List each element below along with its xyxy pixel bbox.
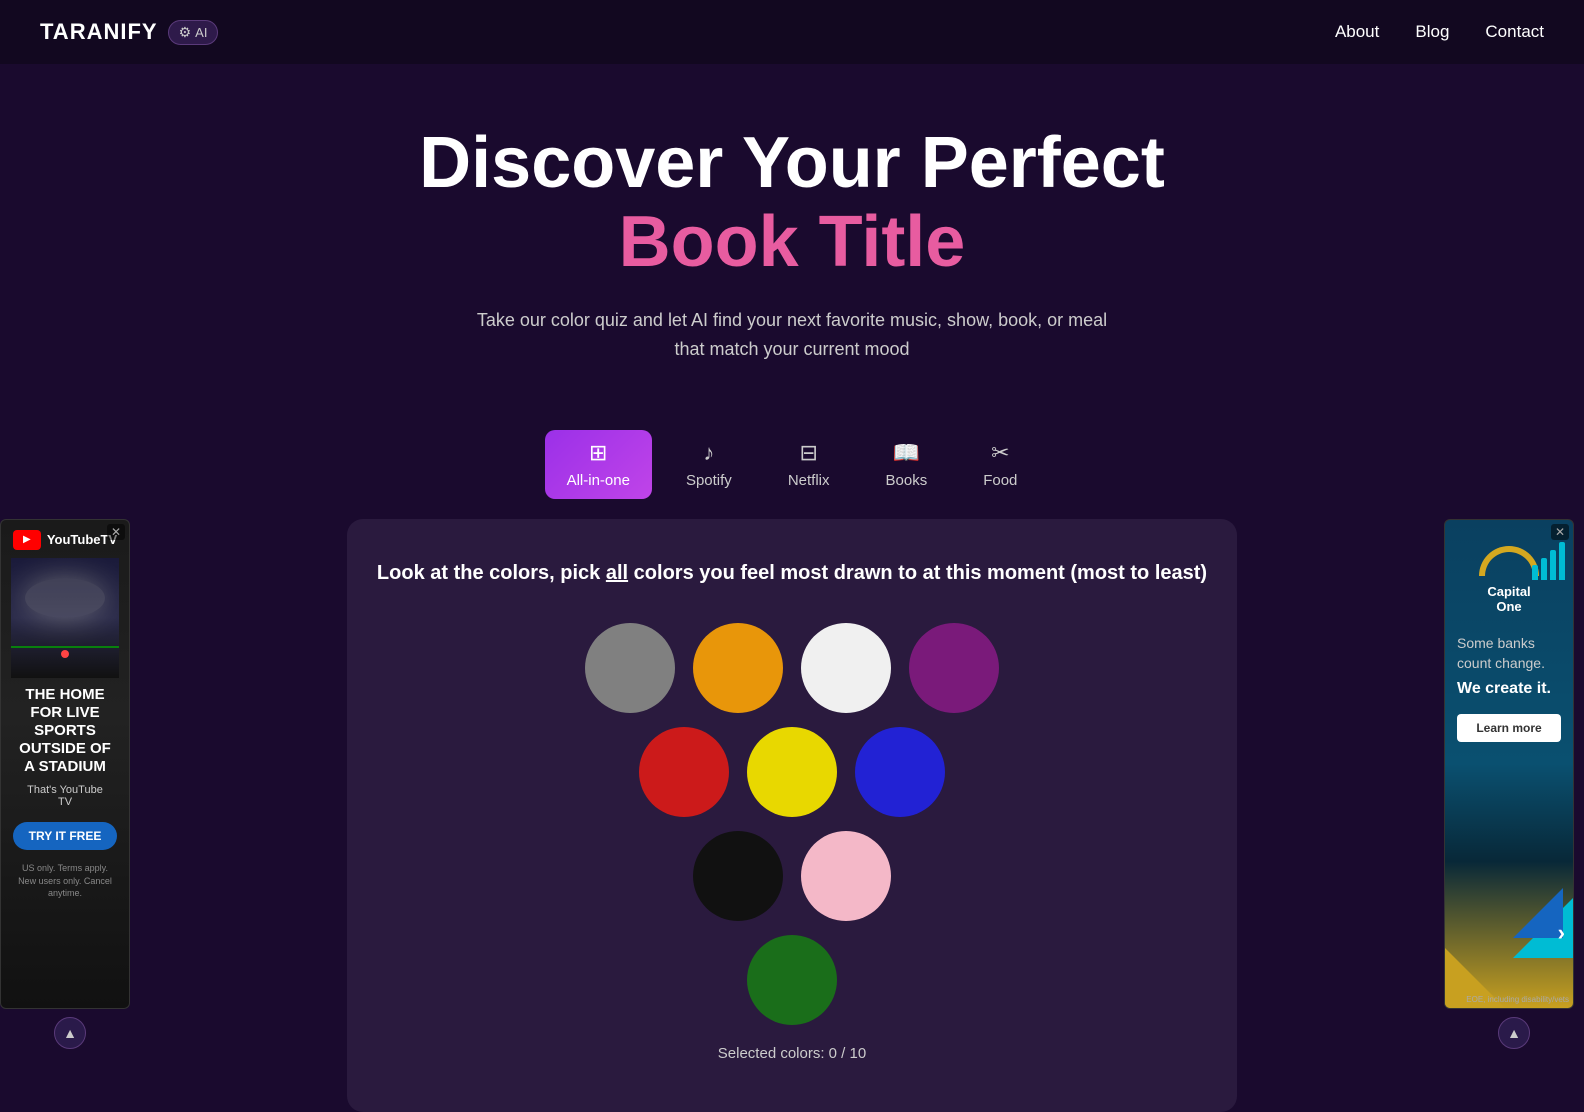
capital-one-learn-button[interactable]: Learn more [1457, 714, 1561, 742]
all-in-one-icon: ⊞ [589, 440, 607, 466]
ad-sub-tagline: That's YouTube TV [11, 784, 119, 816]
tab-food-label: Food [983, 472, 1017, 489]
green-line [11, 646, 119, 648]
cap-bar-4 [1559, 542, 1565, 580]
stadium-lights [25, 578, 105, 618]
cap-bar-2 [1541, 558, 1547, 580]
tabs-container: ⊞ All-in-one ♪ Spotify ⊟ Netflix 📖 Books… [0, 430, 1584, 499]
brand: TARANIFY ⚙ AI [40, 19, 218, 45]
scroll-up-button-right[interactable]: ▲ [1498, 1017, 1530, 1049]
food-icon: ✂ [991, 440, 1009, 466]
tab-all-in-one-label: All-in-one [567, 472, 630, 489]
instruction-underline: all [606, 562, 628, 584]
tab-netflix[interactable]: ⊟ Netflix [766, 430, 852, 499]
nav-links: About Blog Contact [1335, 22, 1544, 42]
ad-close-right[interactable]: ✕ [1551, 524, 1569, 540]
ad-tagline: THE HOME FOR LIVE SPORTS OUTSIDE OF A ST… [11, 678, 119, 784]
ad-disclaimer: US only. Terms apply. New users only. Ca… [11, 856, 119, 906]
instruction-after: colors you feel most drawn to at this mo… [628, 562, 1207, 584]
tab-netflix-label: Netflix [788, 472, 830, 489]
hero-subtitle: Take our color quiz and let AI find your… [20, 306, 1564, 364]
cap-bar-chart [1532, 540, 1565, 580]
color-pink[interactable] [801, 831, 891, 921]
capital-one-logo-text: CapitalOne [1457, 584, 1561, 614]
ad-scroll-right: ▲ [1444, 1017, 1584, 1049]
ai-label: AI [195, 25, 207, 40]
ad-yt-content: ▶ YouTubeTV THE HOME FOR LIVE SPORTS OUT… [1, 520, 129, 916]
capital-one-tagline-bold: We create it. [1457, 679, 1561, 700]
red-dot [61, 650, 69, 658]
quiz-instruction: Look at the colors, pick all colors you … [377, 559, 1207, 587]
page-layout: ✕ ▶ YouTubeTV THE HOME FOR LIVE SPORTS O… [0, 519, 1584, 1112]
color-grid [377, 623, 1207, 1025]
color-blue[interactable] [855, 727, 945, 817]
cap-arrow-icon: › [1558, 920, 1565, 946]
capital-one-arc [1479, 546, 1539, 576]
ad-scroll-left: ▲ [0, 1017, 140, 1049]
hero-title-pink: Book Title [20, 203, 1564, 282]
hero-subtitle-line2: that match your current mood [674, 339, 909, 359]
color-black[interactable] [693, 831, 783, 921]
color-row-2 [639, 727, 945, 817]
color-row-3 [693, 831, 891, 921]
cap-disclaimer: EOE, including disability/vets [1466, 995, 1569, 1004]
nav-contact[interactable]: Contact [1485, 22, 1544, 41]
tab-books-label: Books [886, 472, 928, 489]
hero-subtitle-line1: Take our color quiz and let AI find your… [477, 310, 1107, 330]
hero-title-white: Discover Your Perfect [20, 124, 1564, 203]
tab-books[interactable]: 📖 Books [864, 430, 950, 499]
nav-blog[interactable]: Blog [1415, 22, 1449, 41]
youtube-icon: ▶ [13, 530, 41, 550]
color-row-4 [747, 935, 837, 1025]
scroll-up-button-left[interactable]: ▲ [54, 1017, 86, 1049]
ad-stadium-image [11, 558, 119, 678]
color-yellow[interactable] [747, 727, 837, 817]
ad-try-button[interactable]: TRY IT FREE [13, 822, 118, 850]
selected-count: Selected colors: 0 / 10 [377, 1045, 1207, 1072]
cap-bar-1 [1532, 565, 1538, 580]
brand-name: TARANIFY [40, 19, 158, 45]
main-content: Look at the colors, pick all colors you … [140, 519, 1444, 1112]
color-white[interactable] [801, 623, 891, 713]
tab-spotify-label: Spotify [686, 472, 732, 489]
hero-section: Discover Your Perfect Book Title Take ou… [0, 64, 1584, 394]
color-red[interactable] [639, 727, 729, 817]
tab-food[interactable]: ✂ Food [961, 430, 1039, 499]
ad-close-left[interactable]: ✕ [107, 524, 125, 540]
ad-left-box: ✕ ▶ YouTubeTV THE HOME FOR LIVE SPORTS O… [0, 519, 130, 1009]
netflix-icon: ⊟ [799, 440, 817, 466]
ad-left: ✕ ▶ YouTubeTV THE HOME FOR LIVE SPORTS O… [0, 519, 140, 1049]
gear-icon: ⚙ [179, 24, 192, 41]
instruction-before: Look at the colors, pick [377, 562, 606, 584]
books-icon: 📖 [893, 440, 920, 466]
spotify-icon: ♪ [703, 440, 714, 466]
color-row-1 [585, 623, 999, 713]
color-orange[interactable] [693, 623, 783, 713]
cap-triangle-blue [1513, 888, 1563, 938]
ad-right: ✕ CapitalOne Some banks count change. We… [1444, 519, 1584, 1049]
tab-spotify[interactable]: ♪ Spotify [664, 430, 754, 499]
tab-all-in-one[interactable]: ⊞ All-in-one [545, 430, 652, 499]
quiz-card: Look at the colors, pick all colors you … [347, 519, 1237, 1112]
navbar: TARANIFY ⚙ AI About Blog Contact [0, 0, 1584, 64]
color-gray[interactable] [585, 623, 675, 713]
color-green[interactable] [747, 935, 837, 1025]
capital-one-tagline: Some banks count change. [1457, 634, 1561, 673]
color-purple[interactable] [909, 623, 999, 713]
cap-graphic-area: › [1445, 848, 1573, 958]
ad-yt-logo: ▶ YouTubeTV [11, 530, 119, 550]
ad-right-box: ✕ CapitalOne Some banks count change. We… [1444, 519, 1574, 1009]
cap-bar-3 [1550, 550, 1556, 580]
ai-badge: ⚙ AI [168, 20, 219, 45]
nav-about[interactable]: About [1335, 22, 1379, 41]
